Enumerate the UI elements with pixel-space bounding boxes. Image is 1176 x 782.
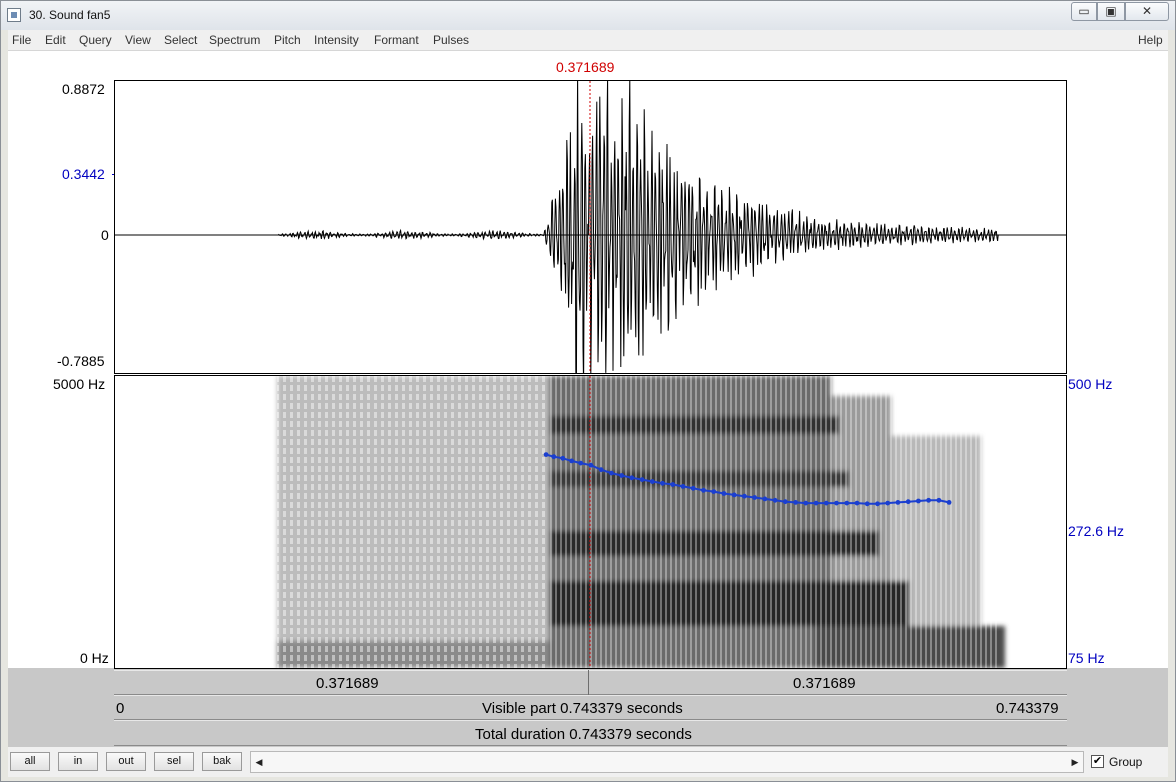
title-bar[interactable]: 30. Sound fan5 ▭ ▣ ✕ [1, 1, 1175, 30]
pitch-axis-top: 500 Hz [1068, 376, 1113, 392]
horizontal-scrollbar[interactable] [250, 751, 1084, 773]
menu-query[interactable]: Query [79, 33, 112, 47]
menu-pitch[interactable]: Pitch [274, 33, 301, 47]
pitch-point [721, 491, 727, 496]
group-label: Group [1109, 755, 1143, 769]
menu-select[interactable]: Select [164, 33, 197, 47]
pitch-point [875, 501, 880, 507]
zoom-out-button[interactable]: out [106, 752, 146, 771]
pitch-point [598, 467, 604, 473]
pitch-point [885, 500, 891, 506]
total-duration-label: Total duration 0.743379 seconds [475, 726, 692, 743]
pitch-point [844, 500, 850, 506]
menu-intensity[interactable]: Intensity [314, 33, 359, 47]
cursor-time-bar[interactable]: 0.371689 0.371689 [114, 670, 1067, 695]
pitch-point [803, 500, 809, 506]
pitch-point [916, 498, 921, 504]
menu-view[interactable]: View [125, 33, 151, 47]
zoom-in-button[interactable]: in [58, 752, 98, 771]
waveform-y-cursor: 0.3442 [62, 166, 105, 182]
menu-pulses[interactable]: Pulses [433, 33, 469, 47]
pitch-point [578, 460, 584, 466]
pitch-point [834, 500, 839, 506]
pitch-point [742, 493, 747, 499]
menu-edit[interactable]: Edit [45, 33, 66, 47]
visible-end-time: 0.743379 [996, 700, 1059, 717]
total-duration-bar[interactable]: Total duration 0.743379 seconds [114, 720, 1067, 746]
pitch-point [782, 499, 788, 505]
waveform-y-min: -0.7885 [57, 353, 105, 369]
pitch-point [551, 454, 557, 460]
pitch-point [629, 475, 635, 481]
zoom-selection-button[interactable]: sel [154, 752, 194, 771]
pitch-point [752, 495, 757, 500]
zoom-back-button[interactable]: bak [202, 752, 242, 771]
visible-part-bar[interactable]: 0 Visible part 0.743379 seconds 0.743379 [114, 695, 1067, 720]
pitch-axis-cursor: 272.6 Hz [1068, 523, 1125, 539]
window-title: 30. Sound fan5 [29, 8, 111, 22]
maximize-button[interactable]: ▣ [1097, 2, 1125, 21]
pitch-point [854, 500, 860, 506]
pitch-point [813, 500, 819, 506]
group-checkbox[interactable]: ✔ [1091, 755, 1104, 768]
pitch-point [670, 482, 676, 487]
spectrogram-freq-min: 0 Hz [80, 650, 109, 666]
menu-bar: File Edit Query View Select Spectrum Pit… [8, 30, 1168, 51]
pitch-point [660, 480, 665, 486]
pitch-point [639, 477, 645, 482]
pitch-point [762, 496, 768, 502]
scroll-right-icon[interactable]: ▶ [1067, 751, 1083, 773]
pitch-point [905, 499, 911, 505]
right-segment-duration: 0.371689 [793, 675, 856, 692]
pitch-point [569, 458, 575, 464]
pitch-point [560, 455, 566, 461]
pitch-point [690, 485, 696, 491]
pitch-point [864, 501, 870, 507]
scroll-left-icon[interactable]: ◀ [251, 751, 267, 773]
pitch-point [609, 470, 614, 476]
zoom-all-button[interactable]: all [10, 752, 50, 771]
menu-help[interactable]: Help [1138, 33, 1163, 47]
pitch-point [895, 500, 901, 505]
waveform-y-max: 0.8872 [62, 81, 105, 97]
pitch-point [936, 497, 942, 503]
pitch-axis-bottom: 75 Hz [1068, 650, 1105, 666]
pitch-point [701, 487, 706, 493]
pitch-point [588, 462, 594, 468]
left-segment-duration: 0.371689 [316, 675, 379, 692]
visible-part-label: Visible part 0.743379 seconds [482, 700, 683, 717]
pitch-point [946, 500, 952, 505]
cursor-time-label: 0.371689 [556, 59, 615, 75]
waveform-y-zero: 0 [101, 227, 109, 243]
spectrogram-freq-max: 5000 Hz [53, 376, 106, 392]
visible-start-time: 0 [116, 700, 125, 717]
close-button[interactable]: ✕ [1125, 2, 1169, 21]
minimize-button[interactable]: ▭ [1071, 2, 1097, 21]
pitch-point [649, 479, 655, 484]
pitch-point [731, 492, 737, 498]
pitch-point [711, 489, 717, 494]
menu-file[interactable]: File [12, 33, 31, 47]
menu-spectrum[interactable]: Spectrum [209, 33, 260, 47]
pitch-point [543, 452, 549, 457]
spectrogram-plot[interactable] [115, 376, 1066, 668]
app-icon [7, 8, 21, 22]
pitch-point [772, 497, 778, 503]
pitch-point [823, 500, 829, 506]
pitch-point [619, 473, 624, 478]
menu-formant[interactable]: Formant [374, 33, 419, 47]
pitch-point [793, 500, 798, 505]
pitch-point [680, 484, 686, 489]
waveform-frame [114, 80, 1067, 374]
segment-divider [588, 670, 589, 695]
pitch-point [926, 497, 931, 503]
